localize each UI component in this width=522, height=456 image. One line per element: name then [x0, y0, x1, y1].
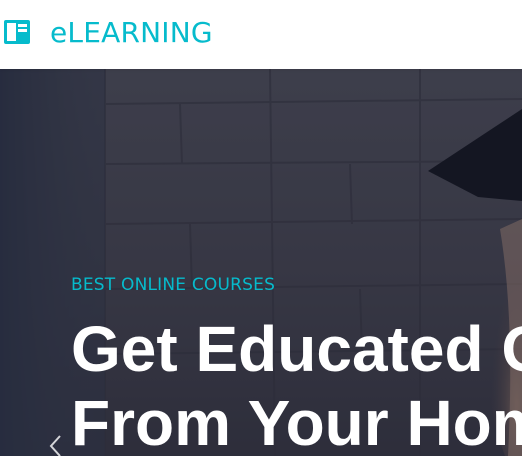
navbar: eLEARNING [0, 0, 522, 69]
hero-carousel: BEST ONLINE COURSES Get Educated O From … [0, 69, 522, 456]
chevron-left-icon[interactable] [46, 433, 66, 456]
hero-title-line-1: Get Educated O [71, 313, 522, 385]
hero-title-line-2: From Your Hom [71, 387, 522, 456]
hero-title: Get Educated O From Your Hom [71, 312, 522, 456]
book-icon [4, 20, 30, 44]
brand-logo-link[interactable]: eLEARNING [4, 14, 213, 50]
brand-name: eLEARNING [50, 15, 213, 49]
hero-subtitle: BEST ONLINE COURSES [71, 275, 276, 295]
